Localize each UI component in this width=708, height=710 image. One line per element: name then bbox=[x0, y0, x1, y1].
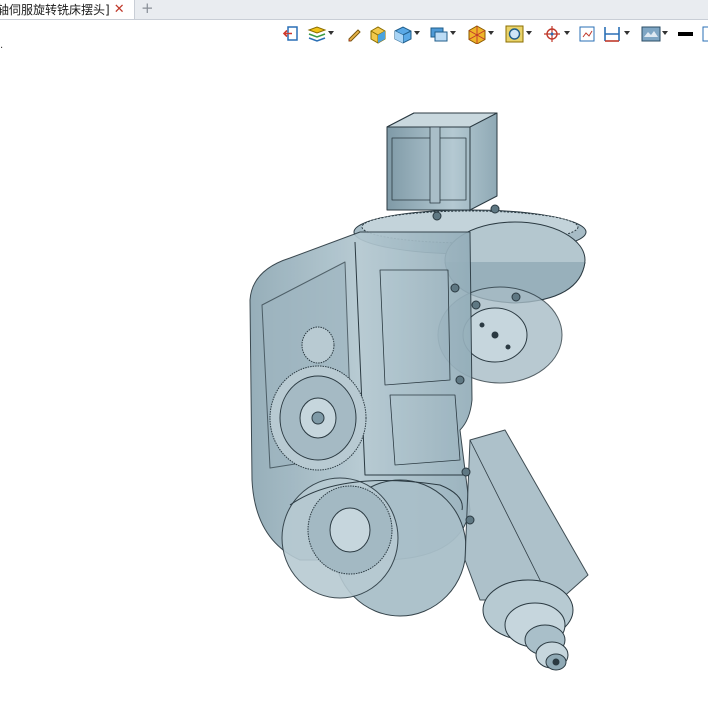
chevron-down-icon[interactable] bbox=[526, 31, 532, 35]
layers-icon[interactable] bbox=[306, 24, 334, 44]
chevron-down-icon[interactable] bbox=[488, 31, 494, 35]
chevron-down-icon[interactable] bbox=[328, 31, 334, 35]
milling-head-model[interactable] bbox=[0, 50, 708, 706]
hexagon-view-icon[interactable] bbox=[466, 24, 494, 45]
close-icon[interactable]: ✕ bbox=[114, 2, 125, 17]
view-box-icon[interactable] bbox=[428, 24, 456, 44]
chevron-down-icon[interactable] bbox=[624, 31, 630, 35]
target-icon[interactable] bbox=[542, 24, 570, 44]
document-tab[interactable]: 轴伺服旋转铣床摆头] ✕ bbox=[0, 0, 135, 19]
chevron-down-icon[interactable] bbox=[662, 31, 668, 35]
dimension-icon[interactable] bbox=[602, 24, 630, 44]
model-viewport[interactable] bbox=[0, 50, 708, 706]
chevron-down-icon[interactable] bbox=[450, 31, 456, 35]
tab-bar: 轴伺服旋转铣床摆头] ✕ + bbox=[0, 0, 708, 20]
line-weight-icon[interactable] bbox=[676, 24, 696, 44]
chevron-down-icon[interactable] bbox=[414, 31, 420, 35]
zoom-fit-icon[interactable] bbox=[504, 24, 532, 44]
display-settings-icon[interactable] bbox=[640, 24, 668, 44]
exit-icon[interactable] bbox=[282, 24, 300, 44]
solid-cube-icon[interactable] bbox=[368, 24, 388, 44]
sketch-grid-icon[interactable] bbox=[578, 24, 596, 44]
chevron-down-icon[interactable] bbox=[564, 31, 570, 35]
render-cube-icon[interactable] bbox=[392, 24, 420, 44]
pencil-icon[interactable] bbox=[346, 24, 362, 44]
tab-title: 轴伺服旋转铣床摆头] bbox=[0, 3, 110, 17]
panel-edge bbox=[702, 24, 708, 44]
new-tab-button[interactable]: + bbox=[141, 0, 154, 19]
